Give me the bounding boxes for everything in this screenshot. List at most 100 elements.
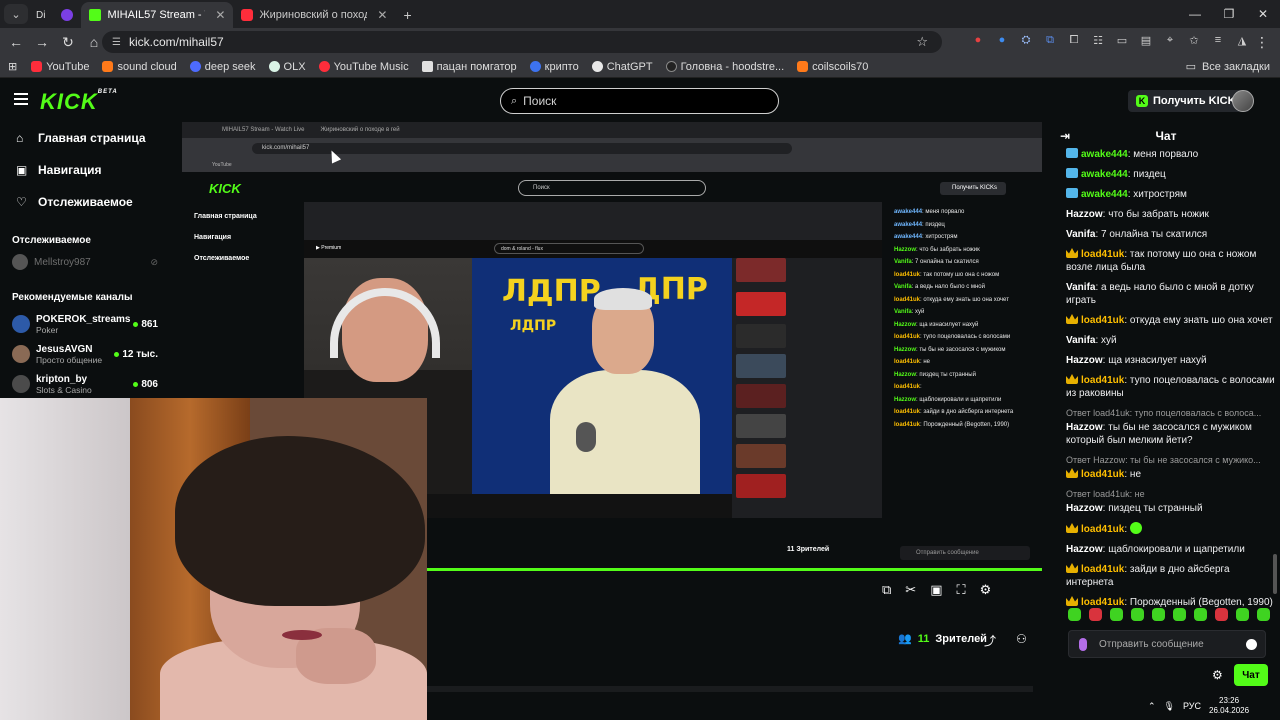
- reply-reference[interactable]: Ответ load41uk: не: [1066, 488, 1278, 500]
- chat-username[interactable]: load41uk: [1081, 315, 1124, 326]
- chat-message[interactable]: awake444: пиздец: [1066, 168, 1278, 181]
- emote-icon[interactable]: [1215, 608, 1228, 621]
- chat-username[interactable]: Vanifa: [1066, 229, 1095, 240]
- collapse-chat-icon[interactable]: ⇥: [1060, 129, 1070, 143]
- site-info-icon[interactable]: ☰: [112, 37, 121, 48]
- microphone-tray-icon[interactable]: 🎙: [1164, 701, 1175, 712]
- system-clock[interactable]: 23:26 26.04.2026: [1209, 696, 1249, 716]
- chat-username[interactable]: Hazzow: [1066, 355, 1103, 366]
- chat-username[interactable]: load41uk: [1081, 564, 1124, 575]
- chat-scrollbar[interactable]: [1273, 554, 1277, 594]
- chat-message[interactable]: load41uk: откуда ему знать шо она хочет: [1066, 314, 1278, 327]
- share-icon[interactable]: ⤴: [984, 632, 996, 649]
- new-tab-button[interactable]: +: [395, 2, 419, 28]
- kick-logo[interactable]: KICKBETA: [40, 89, 118, 115]
- following-channel[interactable]: Mellstroy987 ⊘: [0, 252, 180, 272]
- chat-username[interactable]: Vanifa: [1066, 282, 1095, 293]
- chat-message[interactable]: Vanifa: 7 онлайна ты скатился: [1066, 228, 1278, 241]
- fullscreen-icon[interactable]: ⛶: [957, 582, 966, 598]
- chat-message[interactable]: load41uk: так потому шо она с ножом возл…: [1066, 248, 1278, 274]
- forward-arrow-icon[interactable]: →: [30, 30, 54, 54]
- theater-mode-icon[interactable]: ▣: [930, 582, 942, 598]
- microphone-icon[interactable]: [1079, 638, 1087, 651]
- reply-reference[interactable]: Ответ load41uk: тупо поцеловалась с воло…: [1066, 407, 1278, 419]
- chat-message[interactable]: load41uk: зайди в дно айсберга интернета: [1066, 563, 1278, 589]
- tab-kick-stream[interactable]: MIHAIL57 Stream - Watch Live ✕: [81, 2, 234, 28]
- mini-player-icon[interactable]: ⧉: [882, 582, 891, 598]
- reading-list-icon[interactable]: ☷: [1090, 32, 1106, 48]
- bookmark-youtube[interactable]: YouTube: [31, 61, 89, 73]
- reload-icon[interactable]: ↻: [56, 30, 80, 54]
- chat-message[interactable]: load41uk:: [1066, 522, 1278, 536]
- bookmark-deepseek[interactable]: deep seek: [189, 61, 256, 73]
- clip-icon[interactable]: ✂: [905, 582, 916, 598]
- wallet-icon[interactable]: ▤: [1138, 32, 1154, 48]
- chat-username[interactable]: load41uk: [1081, 469, 1124, 480]
- search-input[interactable]: ⌕ Поиск: [500, 88, 779, 114]
- bookmark-pacan[interactable]: пацан помгатор: [421, 61, 517, 73]
- close-tab-icon[interactable]: ✕: [377, 8, 387, 22]
- bookmark-olx[interactable]: OLX: [268, 61, 306, 73]
- user-avatar[interactable]: [1232, 90, 1254, 112]
- emote-icon[interactable]: [1257, 608, 1270, 621]
- tab-search-icon[interactable]: ⌄: [4, 4, 28, 24]
- back-arrow-icon[interactable]: ←: [4, 30, 28, 54]
- tab-youtube-video[interactable]: Жириновский о походе в гей ✕: [233, 2, 395, 28]
- close-window-icon[interactable]: ✕: [1246, 0, 1280, 28]
- chat-message[interactable]: Vanifa: а ведь нало было с мной в дотку …: [1066, 281, 1278, 307]
- browser-menu-icon[interactable]: ⋮: [1250, 30, 1274, 54]
- chat-message[interactable]: Hazzow: ща изнасилует нахуй: [1066, 354, 1278, 367]
- nav-following[interactable]: ♡ Отслеживаемое: [0, 186, 180, 218]
- chat-message[interactable]: Hazzow: пиздец ты странный: [1066, 502, 1278, 515]
- chat-message[interactable]: Hazzow: что бы забрать ножик: [1066, 208, 1278, 221]
- emoji-picker-icon[interactable]: [1246, 639, 1257, 650]
- chat-username[interactable]: Hazzow: [1066, 503, 1103, 514]
- chat-message[interactable]: Hazzow: щаблокировали и щапретили: [1066, 543, 1278, 556]
- emote-icon[interactable]: [1131, 608, 1144, 621]
- chat-username[interactable]: Hazzow: [1066, 544, 1103, 555]
- follow-user-icon[interactable]: ⚇: [1016, 632, 1027, 646]
- chat-username[interactable]: awake444: [1081, 149, 1128, 160]
- translate-icon[interactable]: ⧉: [1042, 32, 1058, 48]
- chat-username[interactable]: load41uk: [1081, 597, 1124, 608]
- chat-settings-gear-icon[interactable]: ⚙: [1212, 668, 1223, 682]
- profile-icon[interactable]: ◮: [1234, 32, 1250, 48]
- recommended-channel[interactable]: POKEROK_streams Poker 861: [0, 309, 180, 339]
- chat-username[interactable]: load41uk: [1081, 524, 1124, 535]
- url-omnibox[interactable]: ☰ kick.com/mihail57 ☆: [102, 31, 942, 53]
- chat-message[interactable]: awake444: меня порвало: [1066, 148, 1278, 161]
- tab-pinned-2[interactable]: [53, 2, 81, 28]
- chat-send-button[interactable]: Чат: [1234, 664, 1268, 686]
- maximize-icon[interactable]: ❐: [1212, 0, 1246, 28]
- bookmark-coilscoils[interactable]: coilscoils70: [797, 61, 868, 73]
- chat-message[interactable]: awake444: хитрострям: [1066, 188, 1278, 201]
- emote-icon[interactable]: [1152, 608, 1165, 621]
- chat-message[interactable]: Vanifa: хуй: [1066, 334, 1278, 347]
- keyboard-language[interactable]: РУС: [1183, 701, 1201, 711]
- emote-icon[interactable]: [1173, 608, 1186, 621]
- chat-username[interactable]: Hazzow: [1066, 209, 1103, 220]
- reply-reference[interactable]: Ответ Hazzow: ты бы не засосался с мужик…: [1066, 454, 1278, 466]
- tray-chevron-icon[interactable]: ⌃: [1148, 701, 1156, 712]
- extension-icon[interactable]: ●: [970, 32, 986, 48]
- bookmark-soundcloud[interactable]: sound cloud: [102, 61, 177, 73]
- chat-message[interactable]: load41uk: тупо поцеловалась с волосами и…: [1066, 374, 1278, 400]
- close-tab-icon[interactable]: ✕: [215, 8, 225, 22]
- emote-icon[interactable]: [1194, 608, 1207, 621]
- bookmark-star-icon[interactable]: ☆: [916, 34, 928, 50]
- bookmark-crypto[interactable]: крипто: [529, 61, 579, 73]
- chat-message[interactable]: Hazzow: ты бы не засосался с мужиком кот…: [1066, 421, 1278, 447]
- card-icon[interactable]: ▭: [1114, 32, 1130, 48]
- chat-username[interactable]: awake444: [1081, 189, 1128, 200]
- extension-icon[interactable]: ⛭: [1018, 32, 1034, 48]
- chat-username[interactable]: Vanifa: [1066, 335, 1095, 346]
- bookmark-youtube-music[interactable]: YouTube Music: [318, 61, 409, 73]
- emote-icon[interactable]: [1110, 608, 1123, 621]
- puzzle-extensions-icon[interactable]: ⧠: [1066, 32, 1082, 48]
- extension-icon[interactable]: ●: [994, 32, 1010, 48]
- chat-username[interactable]: load41uk: [1081, 249, 1124, 260]
- chat-username[interactable]: Hazzow: [1066, 422, 1103, 433]
- minimize-icon[interactable]: —: [1178, 0, 1212, 28]
- recommended-channel[interactable]: kripton_by Slots & Casino 806: [0, 369, 180, 399]
- emote-icon[interactable]: [1236, 608, 1249, 621]
